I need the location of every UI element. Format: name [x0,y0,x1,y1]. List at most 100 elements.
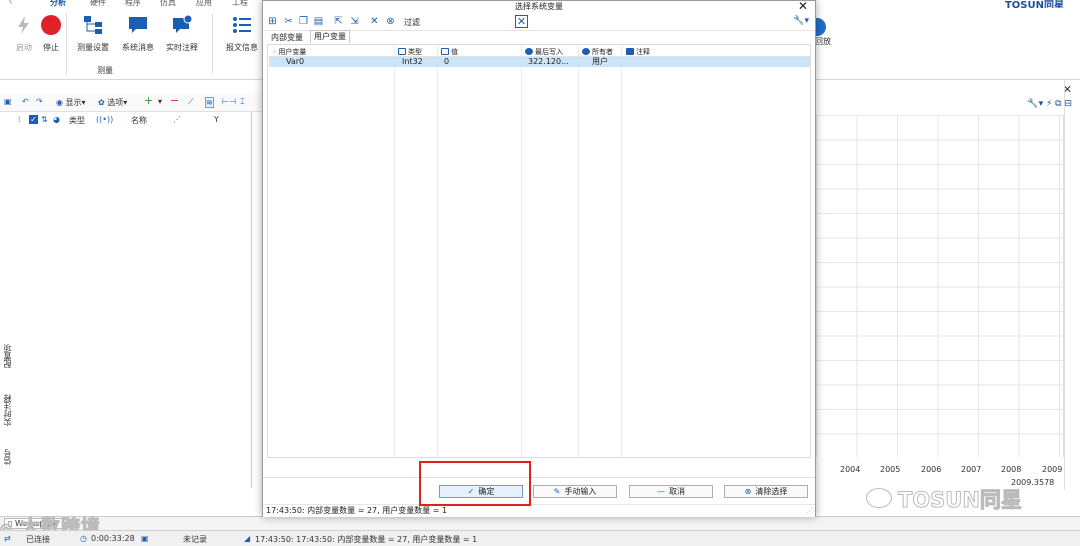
filter-clear-icon[interactable]: ✕ [515,15,528,28]
message-info-label: 报文信息 [226,43,258,52]
sort-icon[interactable]: ⇅ [41,115,48,124]
select-system-variable-dialog: 选择系统变量 ✕ ⊞ ✂ ❐ ▤ ⇱ ⇲ ✕ ⊗ 过滤 ✕ 🔧▾ 内部变量 用户… [262,0,816,517]
side-tabs: 配置项 实时注释 信号 [0,334,16,484]
vertical-range-icon[interactable]: ⌶ [240,97,245,107]
dialog-close-icon[interactable]: ✕ [798,0,808,13]
ribbon-divider [212,14,213,74]
message-info-button[interactable]: 报文信息 [218,14,266,53]
column-divider [394,45,395,457]
realtime-comment-button[interactable]: 实时注释 [158,14,206,53]
cell-owner: 用户 [592,57,608,66]
system-messages-button[interactable]: 系统消息 [114,14,162,53]
signal-panel: ▣ ↶ ↷ ◉ 显示▾ ✿ 选项▾ + ▾ − ⟋ ≋ ⊢⊣ ⌶ ⁞ ✓ ⇅ ◕… [0,94,262,488]
undo-icon[interactable]: ↶ [22,97,29,106]
user-variable-icon: ⁖ [272,48,277,56]
new-variable-icon[interactable]: ⊞ [267,16,278,27]
cut-icon[interactable]: ✂ [283,16,294,27]
x-tick: 2007 [961,465,982,474]
playback-label[interactable]: 回放 [815,36,831,47]
status-bar: ⇄ 已连接 ◷ 0:00:33:28 ▣ 未记录 ◢ 17:43:50: 17:… [0,530,1080,546]
header-comment[interactable]: 注释 [626,47,650,57]
workspace-bar: ▯ Workspace + [0,516,1080,530]
x-tick: 2009 [1042,465,1063,474]
header-owner[interactable]: 所有者 [582,47,613,57]
header-last-write[interactable]: 最后写入 [525,47,563,57]
paste-icon[interactable]: ▤ [313,16,324,27]
elapsed-time: 0:00:33:28 [91,534,135,543]
side-tab-comment[interactable]: 实时注释 [2,394,14,426]
line-chart-icon[interactable]: ⟋ [188,97,194,107]
column-name[interactable]: 名称 [131,115,147,126]
clear-selection-button[interactable]: ⊗ 清除选择 [724,485,808,498]
side-tab-config[interactable]: 配置项 [2,344,14,368]
dialog-toolbar: ⊞ ✂ ❐ ▤ ⇱ ⇲ ✕ ⊗ 过滤 ✕ 🔧▾ [263,13,815,31]
import-icon[interactable]: ⇱ [333,16,344,27]
column-y[interactable]: Y [214,115,219,124]
signal-icon: ((•)) [96,115,114,124]
checkbox-icon[interactable]: ✓ [29,115,38,124]
display-menu[interactable]: ◉ 显示▾ [56,97,86,108]
x-tick: 2004 [840,465,861,474]
header-type[interactable]: 类型 [398,47,422,57]
table-row[interactable]: Var0 Int32 0 322.120... 用户 [269,57,810,67]
redo-icon[interactable]: ↷ [36,97,43,106]
scatter-icon: ⋰ [173,115,181,124]
clear-icon[interactable]: ⊗ [385,16,396,27]
x-tick: 2008 [1001,465,1022,474]
minus-icon: — [657,487,665,496]
signal-column-header: ⁞ ✓ ⇅ ◕ 类型 ((•)) 名称 ⋰ Y [0,113,252,127]
wrench-icon[interactable]: 🔧▾ [793,16,809,26]
tab-internal-variables[interactable]: 内部变量 [268,32,306,43]
cell-last-write: 322.120... [528,57,569,66]
side-tab-signal[interactable]: 信号 [2,449,14,465]
column-type[interactable]: 类型 [69,115,85,126]
options-menu[interactable]: ✿ 选项▾ [98,97,127,108]
tab-user-variables[interactable]: 用户变量 [310,30,350,43]
connection-status: 已连接 [26,535,50,544]
add-icon[interactable]: + [144,94,153,107]
header-value[interactable]: 值 [441,47,458,57]
signal-toolbar: ▣ ↶ ↷ ◉ 显示▾ ✿ 选项▾ + ▾ − ⟋ ≋ ⊢⊣ ⌶ [0,94,262,112]
tab-analysis[interactable]: 分析 [50,0,66,10]
comment-icon [626,48,634,55]
status-log: 17:43:50: 17:43:50: 内部变量数量 = 27, 用户变量数量 … [255,535,478,544]
dialog-tabs: 内部变量 用户变量 [263,30,815,43]
resize-grip-icon[interactable]: ⋰ [806,507,813,515]
copy-icon[interactable]: ❐ [298,16,309,27]
type-icon [398,48,406,55]
horizontal-range-icon[interactable]: ⊢⊣ [222,97,236,106]
measure-setup-button[interactable]: 测量设置 [69,14,117,53]
dialog-title: 选择系统变量 [515,2,563,11]
record-icon: ▣ [141,534,149,543]
remove-icon[interactable]: − [170,94,179,107]
graph-window: ✕ 🔧▾ ⚡ ⧉ ⊟ 2004 2005 2006 2007 2008 2009… [816,80,1080,490]
header-name[interactable]: ⁖ 用户变量 [272,47,306,57]
log-icon: ◢ [244,534,251,543]
manual-input-button[interactable]: ✎ 手动输入 [533,485,617,498]
x-tick: 2006 [921,465,942,474]
graph-side-strip [1064,80,1080,490]
tab-simulation[interactable]: 仿真 [160,0,176,8]
delete-icon[interactable]: ✕ [369,16,380,27]
variable-table: ⁖ 用户变量 类型 值 最后写入 所有者 注释 Var0 Int32 0 322… [267,44,811,458]
cancel-button[interactable]: — 取消 [629,485,713,498]
panel-icon[interactable]: ▣ [4,97,12,106]
column-divider [437,45,438,457]
clock-icon [525,48,533,55]
stop-button[interactable]: 停止 [27,14,75,53]
tab-program[interactable]: 程序 [125,0,141,8]
tab-hardware[interactable]: 硬件 [90,0,106,8]
cell-value: 0 [444,57,450,66]
realtime-comment-label: 实时注释 [166,43,198,52]
color-icon: ◕ [53,115,60,124]
tab-application[interactable]: 应用 [196,0,212,8]
app-logo-icon: ᛃ [8,0,13,6]
dropdown-arrow-icon[interactable]: ▾ [158,97,162,106]
tab-project[interactable]: 工程 [232,0,248,8]
export-icon[interactable]: ⇲ [349,16,360,27]
value-icon [441,48,449,55]
ribbon-divider [66,14,67,74]
wave-icon[interactable]: ≋ [205,97,214,108]
graph-plot-area[interactable] [816,115,1064,457]
gear-icon: ✿ [98,98,105,107]
